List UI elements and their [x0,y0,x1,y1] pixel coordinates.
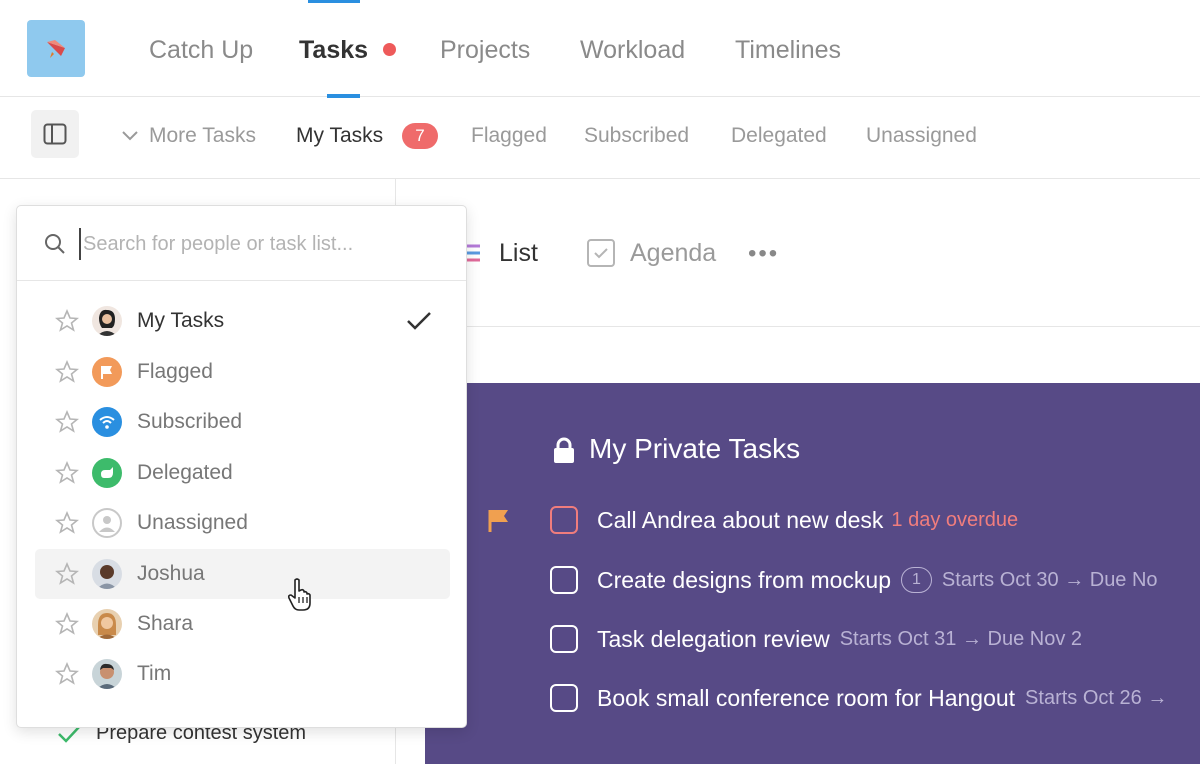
tab-projects[interactable]: Projects [440,32,530,68]
wifi-icon [92,407,122,437]
task-dates: Starts Oct 26 → [1025,686,1168,709]
user-outline-icon [92,508,122,538]
lock-icon [554,437,574,463]
tab-timelines[interactable]: Timelines [735,32,841,68]
subtab-delegated[interactable]: Delegated [731,122,827,150]
flag-icon [488,510,508,532]
dropdown-search [17,206,466,281]
dropdown-item-label: Shara [137,612,194,635]
task-row[interactable]: Book small conference room for Hangout S… [550,683,1167,713]
dropdown-item-my-tasks[interactable]: My Tasks [35,296,450,346]
star-icon[interactable] [55,309,79,333]
dropdown-item-label: Subscribed [137,410,243,433]
my-tasks-count-badge: 7 [402,123,438,149]
task-dates: Starts Oct 31 → Due Nov 2 [839,627,1083,650]
star-icon[interactable] [55,562,79,586]
task-dates: Starts Oct 30 → Due No [941,568,1158,591]
task-row[interactable]: Task delegation review Starts Oct 31 → D… [550,624,1082,654]
task-checkbox[interactable] [550,625,578,653]
agenda-view-icon[interactable] [587,239,615,267]
app-logo[interactable] [27,20,85,77]
tasks-notification-dot [383,43,396,56]
list-view-tab[interactable]: List [499,236,538,270]
dropdown-item-shara[interactable]: Shara [35,599,450,649]
task-checkbox[interactable] [550,566,578,594]
star-icon[interactable] [55,461,79,485]
dropdown-item-joshua[interactable]: Joshua [35,549,450,599]
task-checkbox[interactable] [550,506,578,534]
subtab-my-tasks[interactable]: My Tasks [296,122,383,150]
avatar [92,306,122,336]
star-icon[interactable] [55,662,79,686]
delegate-hand-icon [92,458,122,488]
dropdown-item-unassigned[interactable]: Unassigned [35,498,450,548]
task-title[interactable]: Create designs from mockup [597,567,891,594]
view-bar-divider [396,326,1200,327]
task-checkbox[interactable] [550,684,578,712]
task-overdue-label: 1 day overdue [891,508,1019,531]
avatar [92,659,122,689]
hand-cursor-icon [287,578,311,611]
dropdown-item-label: Tim [137,662,172,685]
dropdown-item-subscribed[interactable]: Subscribed [35,397,450,447]
panel-title: My Private Tasks [589,433,801,464]
rocket-logo-icon [47,39,65,58]
dropdown-item-label: Unassigned [137,511,248,534]
star-icon[interactable] [55,612,79,636]
avatar [92,559,122,589]
more-tasks-button[interactable]: More Tasks [149,122,256,150]
task-title[interactable]: Book small conference room for Hangout [597,685,1015,712]
task-row[interactable]: Create designs from mockup 1 Starts Oct … [550,565,1158,595]
selected-check-icon [407,312,431,330]
avatar [92,609,122,639]
tab-catch-up[interactable]: Catch Up [149,32,253,68]
search-icon [45,234,65,254]
task-row[interactable]: Call Andrea about new desk 1 day overdue [550,505,1018,535]
comment-count-badge: 1 [901,567,932,593]
star-icon[interactable] [55,511,79,535]
chevron-down-icon[interactable] [121,130,139,142]
task-list-dropdown: My Tasks Flagged Subscribed Delegated Un… [16,205,467,728]
task-title[interactable]: Task delegation review [597,626,830,653]
dropdown-item-delegated[interactable]: Delegated [35,448,450,498]
star-icon[interactable] [55,360,79,384]
dropdown-item-tim[interactable]: Tim [35,649,450,699]
sub-nav: More Tasks My Tasks 7 Flagged Subscribed… [0,97,1200,179]
tab-active-top-indicator [308,0,360,3]
dropdown-item-label: Joshua [137,562,205,585]
star-icon[interactable] [55,410,79,434]
top-nav: Catch Up Tasks Projects Workload Timelin… [0,0,1200,98]
sidebar-icon [43,123,67,145]
subtab-flagged[interactable]: Flagged [471,122,547,150]
dropdown-item-label: Flagged [137,360,213,383]
task-title[interactable]: Call Andrea about new desk [597,507,883,534]
dropdown-item-label: Delegated [137,461,233,484]
tab-tasks[interactable]: Tasks [299,32,368,68]
agenda-view-tab[interactable]: Agenda [630,236,716,270]
tab-workload[interactable]: Workload [580,32,685,68]
more-options-icon[interactable]: ••• [748,240,779,268]
dropdown-item-flagged[interactable]: Flagged [35,347,450,397]
flag-icon [92,357,122,387]
dropdown-item-label: My Tasks [137,309,225,332]
search-input[interactable] [79,228,449,260]
subtab-unassigned[interactable]: Unassigned [866,122,977,150]
sidebar-toggle-button[interactable] [31,110,79,158]
subtab-subscribed[interactable]: Subscribed [584,122,689,150]
